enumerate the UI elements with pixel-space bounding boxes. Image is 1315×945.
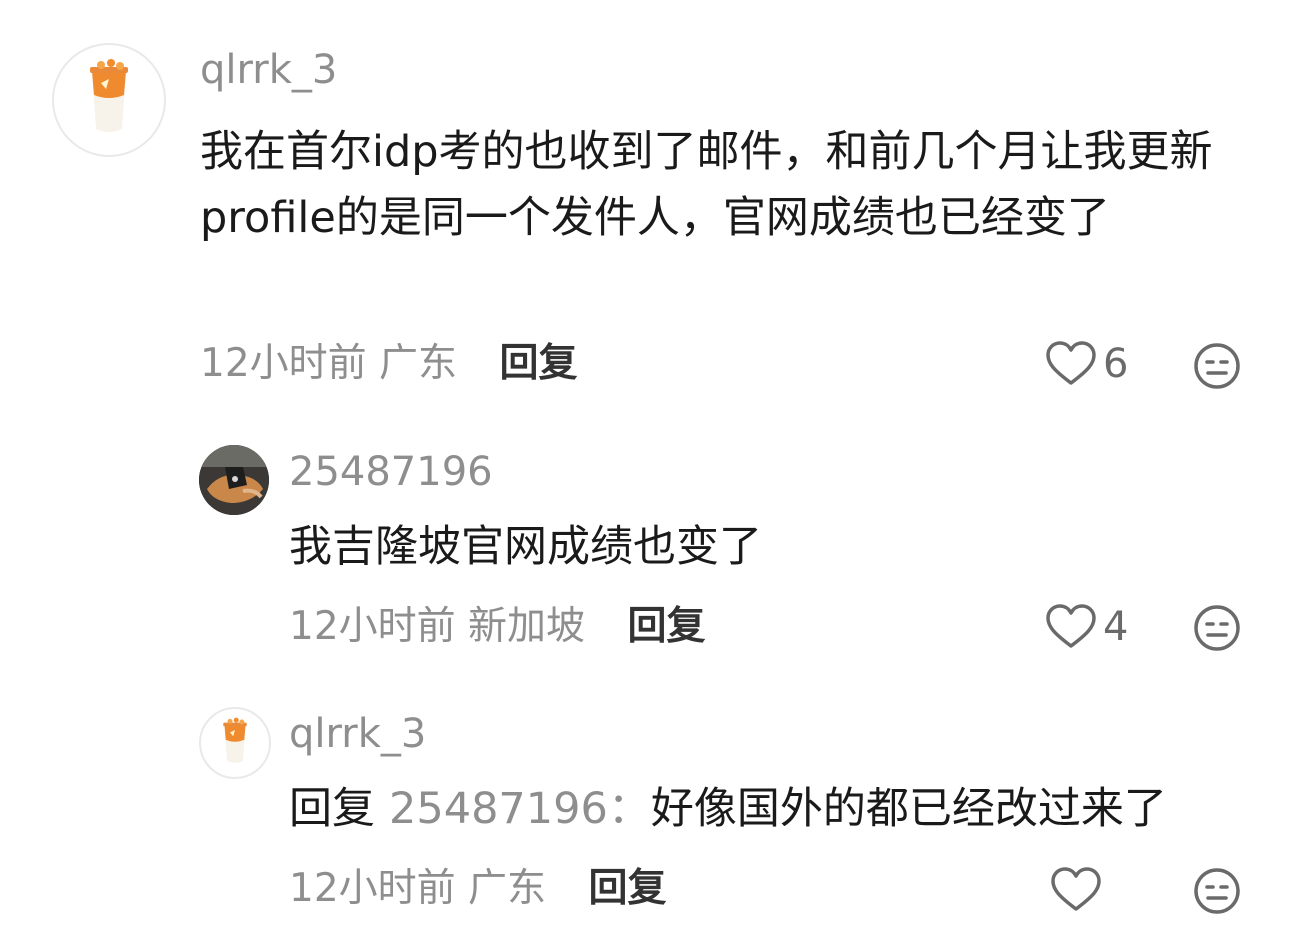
comment-text: 回复 25487196：好像国外的都已经改过来了 [289, 776, 1289, 842]
neutral-face-icon [1194, 868, 1240, 914]
avatar[interactable] [199, 707, 271, 779]
comment-thread: qlrrk_3 我在首尔idp考的也收到了邮件，和前几个月让我更新profile… [0, 0, 1315, 945]
reply-item: qlrrk_3 回复 25487196：好像国外的都已经改过来了 12小时前 广东… [0, 0, 1315, 945]
reply-prefix: 回复 [289, 784, 375, 834]
emoji-react-button[interactable] [1193, 867, 1241, 919]
comment-meta: 12小时前 广东 回复 [289, 865, 666, 913]
comment-username[interactable]: qlrrk_3 [289, 710, 426, 758]
heart-outline-icon [1051, 867, 1101, 911]
reply-target-username[interactable]: 25487196： [389, 784, 651, 834]
comment-time: 12小时前 [289, 866, 456, 911]
drink-cup-avatar-icon [223, 717, 247, 763]
comment-location: 广东 [468, 866, 547, 911]
reply-text: 好像国外的都已经改过来了 [650, 784, 1167, 834]
like-button[interactable] [1050, 866, 1102, 914]
reply-button[interactable]: 回复 [588, 866, 666, 911]
